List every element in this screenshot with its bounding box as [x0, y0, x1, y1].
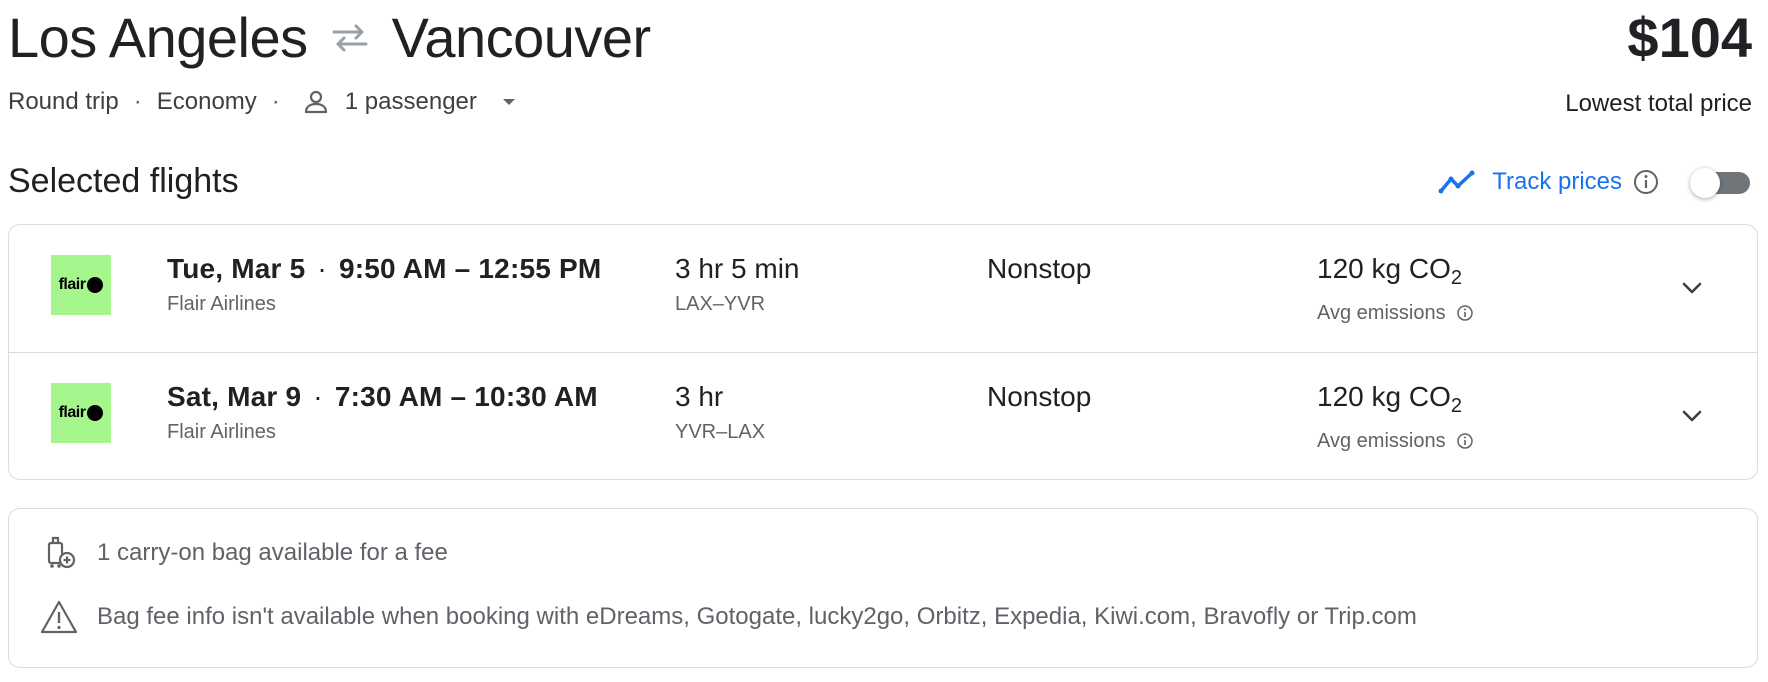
person-icon: [301, 87, 331, 117]
flight-times: Sat, Mar 9 · 7:30 AM – 10:30 AM Flair Airl…: [167, 381, 598, 443]
flight-emissions: 120 kg CO2 Avg emissions: [1317, 379, 1474, 454]
flight-route: YVR–LAX: [675, 421, 766, 443]
airline-name: Flair Airlines: [167, 421, 276, 443]
flight-stops: Nonstop: [987, 253, 1092, 284]
emissions-label: Avg emissions: [1317, 430, 1446, 452]
flight-emissions: 120 kg CO2 Avg emissions: [1317, 251, 1474, 326]
flight-duration: 3 hr 5 min LAX–YVR: [675, 253, 800, 315]
flight-time-range: 9:50 AM – 12:55 PM: [338, 253, 602, 284]
trip-options: Round trip · Economy · 1 passenger: [8, 82, 1752, 122]
selected-flights-title: Selected flights: [8, 162, 239, 200]
cabin-class: Economy: [156, 88, 257, 115]
luggage-add-icon: [39, 533, 79, 573]
carry-on-text: 1 carry-on bag available for a fee: [97, 539, 448, 566]
trend-line-icon[interactable]: [1438, 168, 1478, 196]
separator-dot: ·: [271, 88, 280, 115]
trip-type: Round trip: [8, 88, 119, 115]
info-icon[interactable]: [1632, 168, 1660, 196]
flight-row-outbound[interactable]: flair Tue, Mar 5 · 9:50 AM – 12:55 PM Flai…: [9, 225, 1757, 352]
destination-city: Vancouver: [391, 6, 652, 69]
flight-stops: Nonstop: [987, 381, 1092, 412]
price-caption: Lowest total price: [1565, 90, 1752, 117]
flight-date: Sat, Mar 9: [167, 381, 302, 412]
warning-icon: [39, 597, 79, 637]
trip-header: Los Angeles Vancouver $104 Round trip · …: [8, 2, 1752, 122]
bag-fee-text: Bag fee info isn't available when bookin…: [97, 603, 1417, 630]
track-prices-toggle[interactable]: [1690, 168, 1750, 198]
airline-logo: flair: [51, 383, 111, 443]
flight-date: Tue, Mar 5: [167, 253, 306, 284]
route-title: Los Angeles Vancouver: [8, 2, 1752, 74]
flight-times: Tue, Mar 5 · 9:50 AM – 12:55 PM Flair Airl…: [167, 253, 602, 315]
airline-name: Flair Airlines: [167, 293, 276, 315]
flight-duration: 3 hr YVR–LAX: [675, 381, 766, 443]
selected-flights-list: flair Tue, Mar 5 · 9:50 AM – 12:55 PM Flai…: [8, 224, 1758, 480]
info-icon[interactable]: [1456, 304, 1474, 322]
swap-arrows-icon: [328, 20, 372, 56]
track-prices: Track prices: [1438, 160, 1750, 204]
airline-logo: flair: [51, 255, 111, 315]
info-icon[interactable]: [1456, 432, 1474, 450]
toggle-knob: [1690, 168, 1720, 198]
separator-dot: ·: [133, 88, 142, 115]
flight-route: LAX–YVR: [675, 293, 766, 315]
track-prices-label[interactable]: Track prices: [1492, 168, 1622, 196]
flight-row-return[interactable]: flair Sat, Mar 9 · 7:30 AM – 10:30 AM Flai…: [9, 352, 1757, 480]
passenger-count[interactable]: 1 passenger: [345, 88, 477, 116]
chevron-down-icon[interactable]: [1677, 273, 1707, 303]
bag-fee-warning: Bag fee info isn't available when bookin…: [39, 597, 1417, 637]
flight-time-range: 7:30 AM – 10:30 AM: [334, 381, 598, 412]
carry-on-notice: 1 carry-on bag available for a fee: [39, 533, 448, 573]
caret-down-icon[interactable]: [499, 92, 519, 112]
chevron-down-icon[interactable]: [1677, 401, 1707, 431]
emissions-label: Avg emissions: [1317, 302, 1446, 324]
origin-city: Los Angeles: [8, 6, 308, 69]
total-price: $104: [1627, 6, 1752, 69]
baggage-info: 1 carry-on bag available for a fee Bag f…: [8, 508, 1758, 668]
